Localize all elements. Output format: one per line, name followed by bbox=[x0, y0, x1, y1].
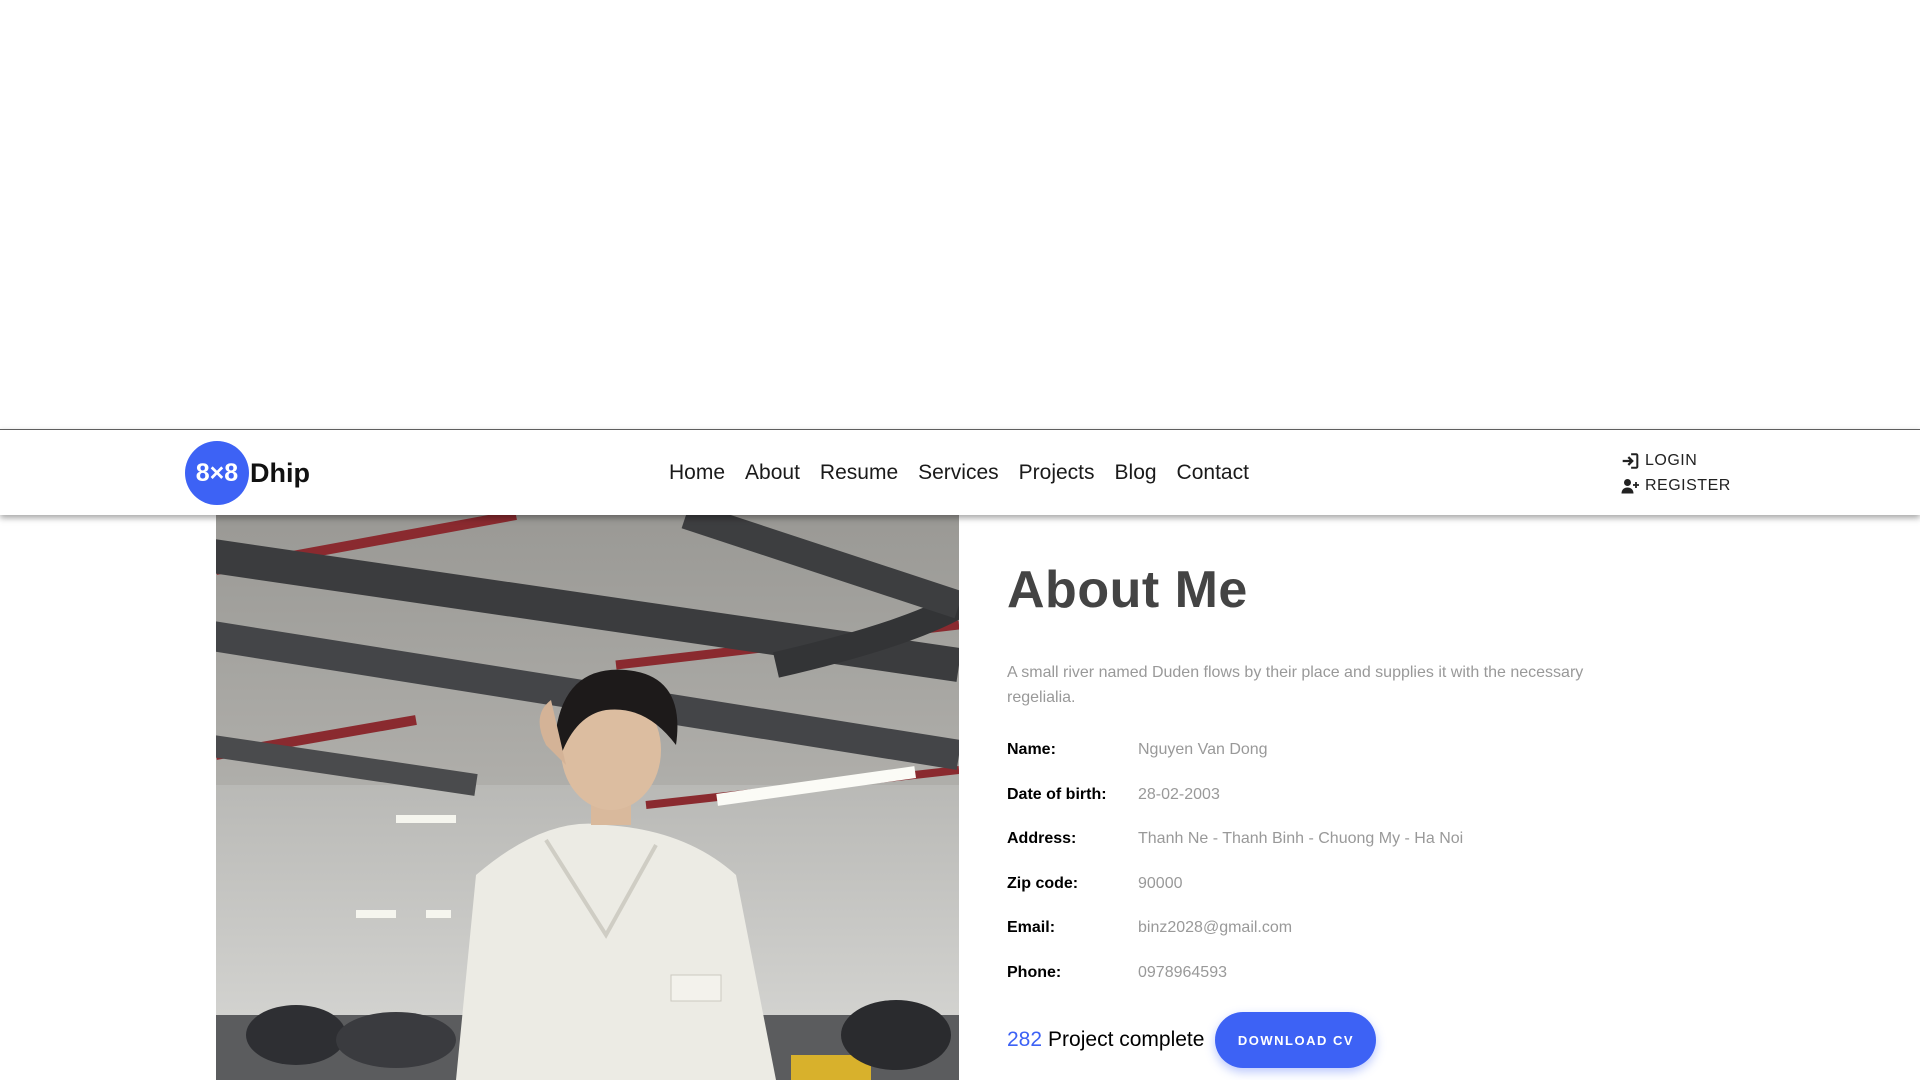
info-label: Zip code: bbox=[1007, 874, 1079, 892]
download-cv-button[interactable]: DOWNLOAD CV bbox=[1215, 1012, 1377, 1068]
project-count-label: Project complete bbox=[1048, 1028, 1205, 1051]
brand-badge: 8×8 bbox=[185, 441, 249, 505]
register-label: REGISTER bbox=[1645, 477, 1731, 494]
info-row-phone: Phone: 0978964593 bbox=[1007, 951, 1647, 996]
info-row-address: Address: Thanh Ne - Thanh Binh - Chuong … bbox=[1007, 817, 1647, 862]
info-value: 28-02-2003 bbox=[1138, 785, 1220, 803]
info-value: Thanh Ne - Thanh Binh - Chuong My - Ha N… bbox=[1138, 830, 1464, 848]
sign-in-icon bbox=[1622, 453, 1639, 469]
info-label: Address: bbox=[1007, 830, 1077, 848]
nav-item-contact[interactable]: Contact bbox=[1177, 461, 1249, 485]
nav-item-resume[interactable]: Resume bbox=[820, 461, 898, 485]
profile-photo bbox=[216, 515, 959, 1080]
user-plus-icon bbox=[1621, 479, 1639, 494]
login-link[interactable]: LOGIN bbox=[1621, 451, 1731, 471]
project-count: 282 bbox=[1007, 1028, 1043, 1051]
about-description: A small river named Duden flows by their… bbox=[1007, 664, 1584, 706]
brand-logo[interactable]: 8×8 Dhip bbox=[185, 441, 310, 505]
info-value: binz2028@gmail.com bbox=[1138, 919, 1293, 937]
info-row-name: Name: Nguyen Van Dong bbox=[1007, 728, 1647, 773]
info-value: Nguyen Van Dong bbox=[1138, 741, 1268, 759]
nav-item-home[interactable]: Home bbox=[669, 461, 725, 485]
register-link[interactable]: REGISTER bbox=[1621, 476, 1731, 496]
info-row-dob: Date of birth: 28-02-2003 bbox=[1007, 773, 1647, 818]
nav-item-services[interactable]: Services bbox=[918, 461, 999, 485]
info-row-zip: Zip code: 90000 bbox=[1007, 862, 1647, 907]
main-nav: Home About Resume Services Projects Blog… bbox=[669, 430, 1269, 516]
about-title: About Me bbox=[1007, 561, 1248, 619]
info-label: Phone: bbox=[1007, 963, 1062, 981]
about-section: About Me A small river named Duden flows… bbox=[1007, 560, 1647, 1068]
info-list: Name: Nguyen Van Dong Date of birth: 28-… bbox=[1007, 728, 1647, 995]
info-label: Name: bbox=[1007, 741, 1056, 759]
info-label: Email: bbox=[1007, 919, 1056, 937]
info-label: Date of birth: bbox=[1007, 785, 1107, 803]
navbar: 8×8 Dhip Home About Resume Services Proj… bbox=[0, 429, 1920, 515]
nav-item-about[interactable]: About bbox=[745, 461, 800, 485]
project-cta: 282 Project complete DOWNLOAD CV bbox=[1007, 1012, 1647, 1068]
brand-name: Dhip bbox=[250, 457, 310, 488]
nav-item-blog[interactable]: Blog bbox=[1115, 461, 1157, 485]
info-row-email: Email: binz2028@gmail.com bbox=[1007, 906, 1647, 951]
info-value: 0978964593 bbox=[1138, 963, 1227, 981]
portrait-photo bbox=[216, 515, 959, 1080]
login-label: LOGIN bbox=[1645, 452, 1698, 469]
auth-links: LOGIN REGISTER bbox=[1621, 451, 1731, 496]
nav-item-projects[interactable]: Projects bbox=[1019, 461, 1095, 485]
info-value: 90000 bbox=[1138, 874, 1183, 892]
